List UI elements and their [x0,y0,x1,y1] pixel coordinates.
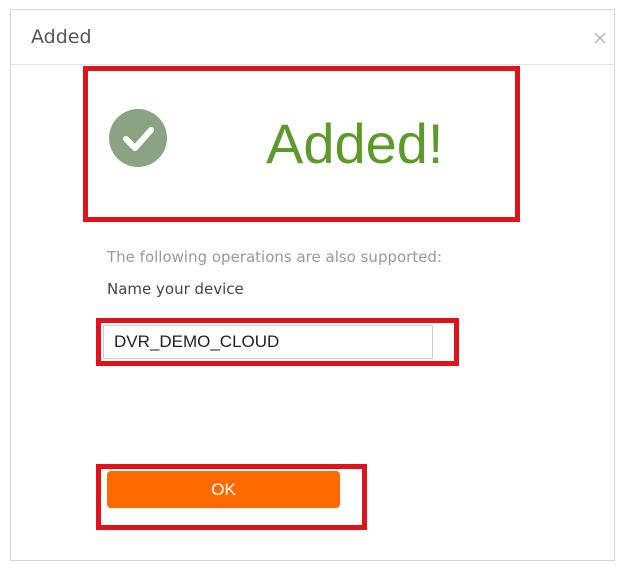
checkmark-icon [123,127,154,151]
dialog-header: Added [11,10,614,65]
close-icon[interactable] [592,30,608,46]
close-icon-glyph [594,32,606,44]
device-name-label: Name your device [107,280,244,298]
supported-operations-hint: The following operations are also suppor… [107,248,443,266]
success-message: Added! [266,112,444,175]
check-circle-icon [109,109,167,167]
device-name-input[interactable] [103,325,433,359]
ok-button[interactable]: OK [107,471,340,508]
dialog-title: Added [31,26,92,48]
